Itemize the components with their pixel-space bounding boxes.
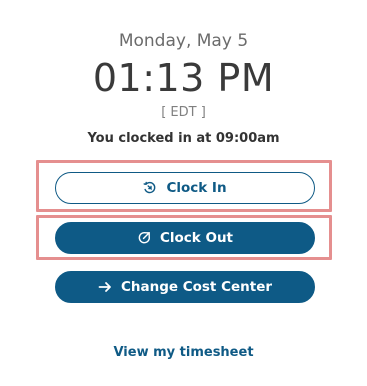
clock-out-label: Clock Out [159,230,234,246]
clock-status-message: You clocked in at 09:00am [87,131,280,146]
clock-in-icon [143,181,157,195]
timezone-label: [ EDT ] [161,105,206,120]
view-timesheet-link[interactable]: View my timesheet [0,345,367,360]
change-cost-center-label: Change Cost Center [120,279,273,295]
current-time: 01:13 PM [92,56,275,100]
current-date: Monday, May 5 [118,31,249,51]
clock-out-icon [137,231,151,245]
arrow-right-icon [98,280,112,294]
clock-in-label: Clock In [166,180,227,196]
change-cost-center-button[interactable]: Change Cost Center [55,271,315,303]
clock-out-button[interactable]: Clock Out [55,222,315,254]
clock-in-button[interactable]: Clock In [55,172,315,204]
